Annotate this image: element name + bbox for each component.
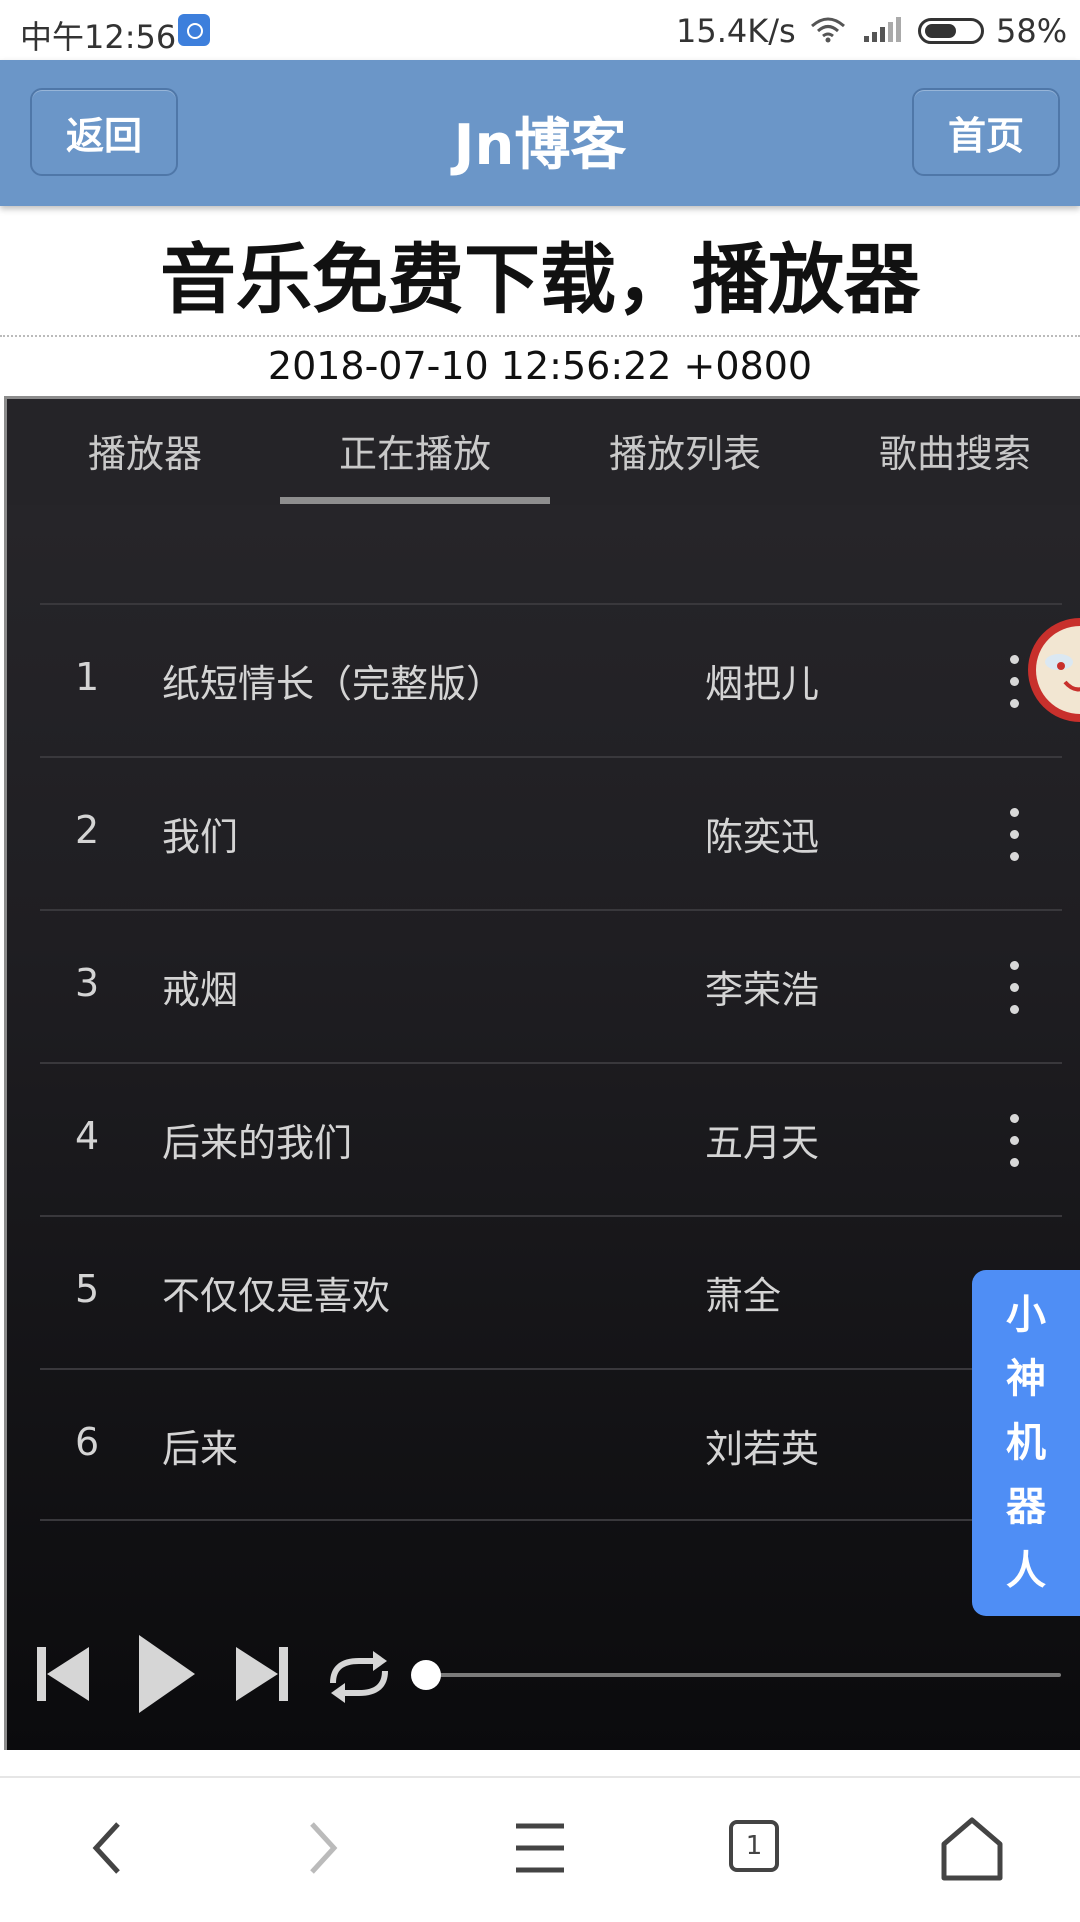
song-title: 不仅仅是喜欢 — [162, 1274, 391, 1318]
song-title: 我们 — [162, 815, 239, 859]
song-title: 后来的我们 — [162, 1121, 353, 1165]
tab-song-search[interactable]: 歌曲搜索 — [820, 423, 1080, 478]
tab-playlist[interactable]: 播放列表 — [550, 423, 820, 478]
signal-icon — [864, 17, 901, 42]
player-tabs: 播放器 正在播放 播放列表 歌曲搜索 — [7, 399, 1080, 505]
assistant-tab[interactable]: 小神机器人 — [972, 1270, 1080, 1616]
song-artist: 李荣浩 — [705, 968, 820, 1012]
battery-percent: 58% — [996, 12, 1068, 50]
song-title: 后来 — [162, 1427, 239, 1471]
previous-icon[interactable] — [33, 1643, 93, 1705]
back-arrow-icon[interactable] — [58, 1808, 158, 1888]
music-player: 播放器 正在播放 播放列表 歌曲搜索 1 纸短情长（完整版） 烟把儿 2 我们 … — [4, 396, 1080, 1750]
robot-mascot-icon[interactable] — [1025, 600, 1080, 740]
song-artist: 刘若英 — [705, 1427, 820, 1471]
home-icon[interactable] — [922, 1808, 1022, 1888]
status-time: 中午12:56 — [20, 18, 177, 56]
browser-bottom-bar: 1 — [0, 1776, 1080, 1922]
tab-count: 1 — [729, 1820, 779, 1872]
app-notification-icon — [178, 14, 210, 46]
more-options-icon[interactable] — [1000, 804, 1030, 866]
song-number: 5 — [75, 1267, 100, 1311]
song-row[interactable]: 3 戒烟 李荣浩 — [40, 909, 1062, 1062]
song-number: 4 — [75, 1114, 100, 1158]
next-icon[interactable] — [232, 1643, 292, 1705]
wifi-icon — [811, 17, 845, 43]
song-row[interactable]: 1 纸短情长（完整版） 烟把儿 — [40, 603, 1062, 756]
song-row[interactable]: 4 后来的我们 五月天 — [40, 1062, 1062, 1215]
network-speed: 15.4K/s — [676, 12, 796, 50]
more-options-icon[interactable] — [1000, 957, 1030, 1019]
more-options-icon[interactable] — [1000, 1110, 1030, 1172]
battery-icon — [918, 18, 984, 44]
song-row[interactable]: 5 不仅仅是喜欢 萧全 — [40, 1215, 1062, 1368]
app-header: 返回 Jn博客 首页 — [0, 60, 1080, 206]
song-artist: 五月天 — [705, 1121, 820, 1165]
page-title: 音乐免费下载，播放器 — [160, 235, 920, 324]
song-number: 1 — [75, 655, 100, 699]
repeat-icon[interactable] — [323, 1649, 395, 1705]
status-bar: 中午12:56 15.4K/s 58% — [0, 0, 1080, 60]
song-number: 6 — [75, 1420, 100, 1464]
assistant-label: 小神机器人 — [1006, 1292, 1046, 1594]
title-divider — [0, 335, 1080, 337]
tabs-button[interactable]: 1 — [706, 1808, 806, 1888]
active-tab-indicator — [280, 497, 550, 504]
song-row[interactable]: 6 后来 刘若英 — [40, 1368, 1062, 1521]
song-number: 2 — [75, 808, 100, 852]
play-icon[interactable] — [135, 1631, 199, 1717]
song-row[interactable]: 2 我们 陈奕迅 — [40, 756, 1062, 909]
post-date: 2018-07-10 12:56:22 +0800 — [267, 344, 813, 388]
tab-player[interactable]: 播放器 — [10, 423, 280, 478]
song-artist: 萧全 — [705, 1274, 782, 1318]
song-number: 3 — [75, 961, 100, 1005]
progress-thumb[interactable] — [411, 1660, 441, 1690]
tab-now-playing[interactable]: 正在播放 — [280, 423, 550, 478]
song-artist: 烟把儿 — [705, 662, 820, 706]
progress-track[interactable] — [425, 1673, 1061, 1677]
menu-icon[interactable] — [490, 1808, 590, 1888]
song-artist: 陈奕迅 — [705, 815, 820, 859]
song-title: 纸短情长（完整版） — [162, 662, 505, 706]
playback-controls — [7, 1609, 1080, 1729]
battery-fill — [925, 24, 956, 38]
song-title: 戒烟 — [162, 968, 239, 1012]
home-button[interactable]: 首页 — [912, 88, 1060, 176]
forward-arrow-icon[interactable] — [272, 1808, 372, 1888]
song-list: 1 纸短情长（完整版） 烟把儿 2 我们 陈奕迅 3 戒烟 李荣浩 4 后来的我… — [40, 603, 1062, 1521]
